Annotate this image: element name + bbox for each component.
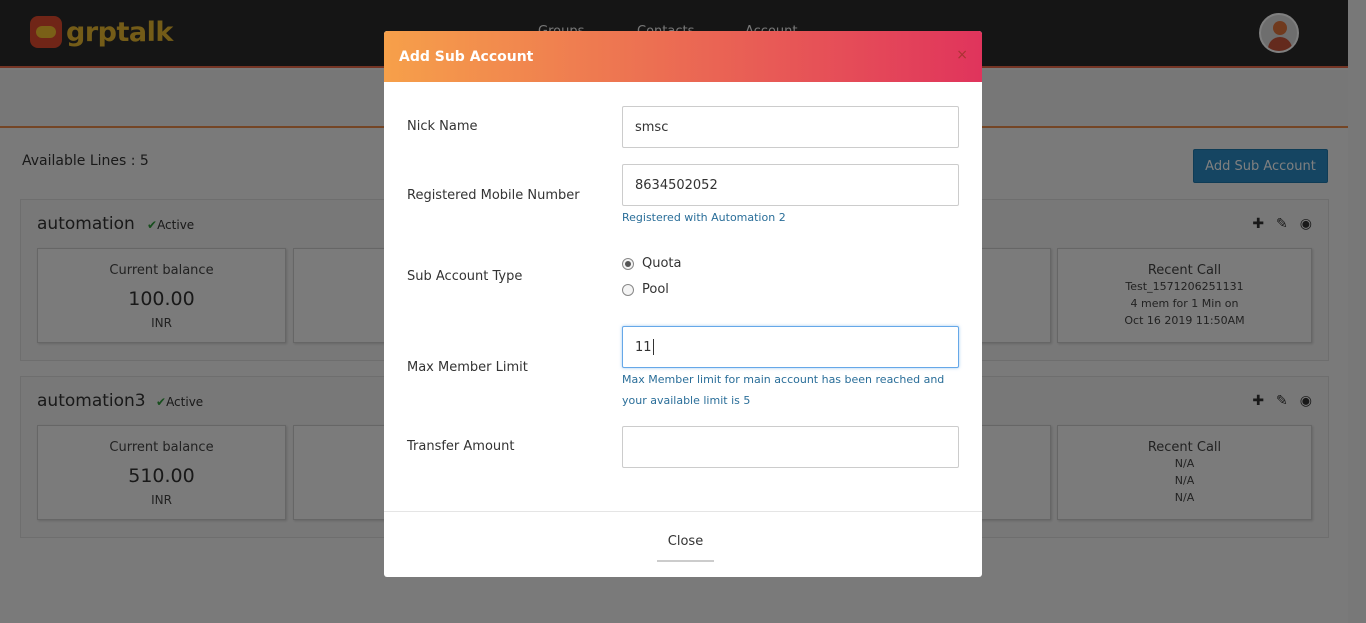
radio-label: Pool: [642, 282, 669, 297]
modal-title: Add Sub Account: [399, 49, 534, 65]
sub-account-type-label: Sub Account Type: [407, 269, 523, 284]
nick-name-label: Nick Name: [407, 119, 478, 134]
modal-header: Add Sub Account ×: [384, 31, 982, 82]
max-member-input[interactable]: 11: [622, 326, 959, 368]
close-icon[interactable]: ×: [956, 47, 968, 63]
max-member-value: 11: [635, 339, 652, 355]
close-button[interactable]: Close: [657, 528, 714, 562]
mobile-number-input[interactable]: 8634502052: [622, 164, 959, 206]
radio-unselected-icon[interactable]: [622, 283, 634, 296]
mobile-help-text: Registered with Automation 2: [622, 211, 786, 224]
mobile-number-label: Registered Mobile Number: [407, 188, 580, 203]
add-sub-account-modal: Add Sub Account × Nick Name smsc Registe…: [384, 31, 982, 577]
text-caret: [652, 339, 654, 355]
radio-quota[interactable]: Quota: [622, 256, 682, 271]
max-member-help-line-1: Max Member limit for main account has be…: [622, 373, 945, 386]
radio-selected-icon[interactable]: [622, 257, 634, 270]
max-member-label: Max Member Limit: [407, 360, 528, 375]
transfer-amount-label: Transfer Amount: [407, 439, 515, 454]
transfer-amount-input[interactable]: [622, 426, 959, 468]
radio-label: Quota: [642, 256, 682, 271]
max-member-help-line-2: your available limit is 5: [622, 394, 751, 407]
modal-footer: Close: [384, 511, 982, 577]
radio-pool[interactable]: Pool: [622, 282, 669, 297]
nick-name-input[interactable]: smsc: [622, 106, 959, 148]
